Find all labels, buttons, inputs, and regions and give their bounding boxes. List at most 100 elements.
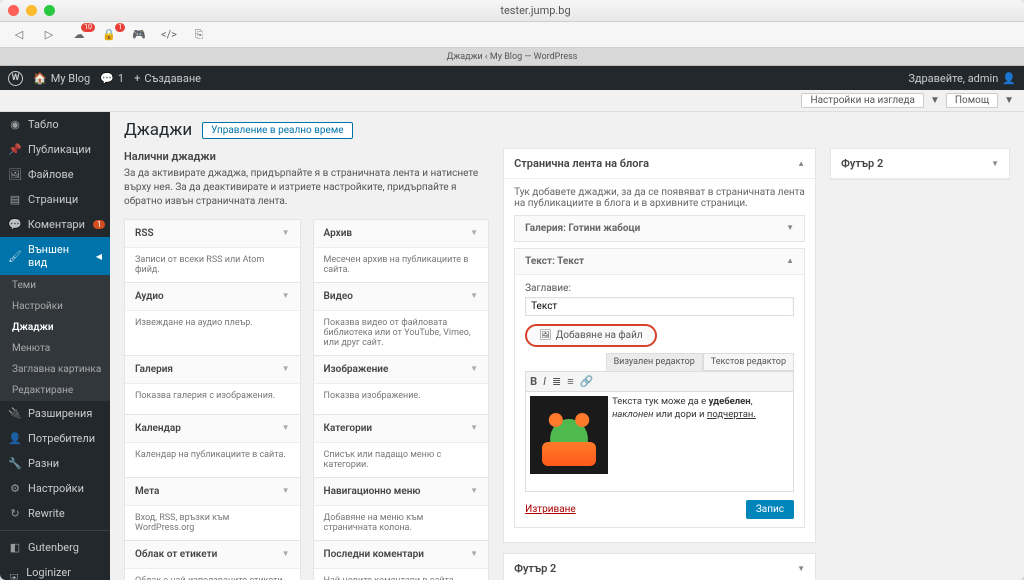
minimize-window[interactable] (26, 5, 37, 16)
pin-icon: 📌 (8, 143, 22, 156)
widget-text-header[interactable]: Текст: Текст▲ (515, 249, 804, 274)
available-widget[interactable]: Изображение ▼Показва изображение. (313, 355, 490, 415)
maximize-window[interactable] (44, 5, 55, 16)
save-button[interactable]: Запис (746, 500, 794, 519)
shield-icon: ⛨ (8, 572, 20, 580)
site-link[interactable]: 🏠 My Blog (33, 72, 90, 85)
delete-link[interactable]: Изтриване (525, 504, 576, 515)
submenu-customize[interactable]: Настройки (0, 296, 110, 317)
submenu-widgets[interactable]: Джаджи (0, 317, 110, 338)
widget-desc: Показва галерия с изображения. (125, 384, 300, 414)
widget-name: Мета ▼ (125, 478, 300, 506)
menu-tools[interactable]: 🔧Разни (0, 451, 110, 476)
widget-desc: Показва видео от файловата библиотека ил… (314, 311, 489, 355)
available-widget[interactable]: Мета ▼Вход, RSS, връзки към WordPress.or… (124, 477, 301, 541)
main-content: Джаджи Управление в реално време Налични… (110, 112, 1024, 580)
widget-name: Архив ▼ (314, 220, 489, 248)
widget-name: Видео ▼ (314, 283, 489, 311)
gear-icon: ⚙ (8, 482, 22, 495)
chevron-up-icon: ▲ (797, 159, 805, 168)
bold-button[interactable]: B (530, 375, 537, 388)
back-icon[interactable]: ◁ (8, 26, 30, 44)
media-icon: 🖼 (8, 168, 22, 181)
available-widget[interactable]: RSS ▼Записи от всеки RSS или Atom фийд. (124, 219, 301, 283)
menu-settings[interactable]: ⚙Настройки (0, 476, 110, 501)
available-widget[interactable]: Архив ▼Месечен архив на публикациите в с… (313, 219, 490, 283)
available-widget[interactable]: Облак от етикети ▼Облак с най-използвани… (124, 540, 301, 580)
block-icon: ◧ (8, 541, 22, 554)
menu-posts[interactable]: 📌Публикации (0, 137, 110, 162)
page-title: Джаджи Управление в реално време (124, 120, 1010, 140)
add-file-button[interactable]: 🖼Добавяне на файл (525, 324, 657, 347)
available-widget[interactable]: Календар ▼Календар на публикациите в сай… (124, 414, 301, 478)
comments-link[interactable]: 💬 1 (100, 72, 124, 85)
link-button[interactable]: 🔗 (580, 375, 594, 388)
wp-logo-icon[interactable]: W (8, 71, 23, 86)
sidebar-area-header[interactable]: Странична лента на блога▲ (504, 149, 815, 179)
widget-name: Изображение ▼ (314, 356, 489, 384)
page-icon: ▤ (8, 193, 22, 206)
editor-toolbar: B I ≣ ≡ 🔗 (525, 371, 794, 392)
help-button[interactable]: Помощ (946, 93, 998, 108)
widget-desc: Записи от всеки RSS или Atom фийд. (125, 248, 300, 282)
available-widget[interactable]: Навигационно меню ▼Добавяне на меню към … (313, 477, 490, 541)
menu-gutenberg[interactable]: ◧Gutenberg (0, 535, 110, 560)
lock-icon[interactable]: 🔒1 (98, 26, 120, 44)
admin-sidebar: ◉Табло 📌Публикации 🖼Файлове ▤Страници 💬К… (0, 112, 110, 580)
howdy-user[interactable]: Здравейте, admin 👤 (908, 72, 1016, 85)
available-widget[interactable]: Категории ▼Списък или падащо меню с кате… (313, 414, 490, 478)
menu-users[interactable]: 👤Потребители (0, 426, 110, 451)
available-widget[interactable]: Аудио ▼Извеждане на аудио плеър. (124, 282, 301, 356)
text-tab[interactable]: Текстов редактор (703, 353, 794, 371)
widget-desc: Списък или падащо меню с категории. (314, 443, 489, 477)
submenu-editor[interactable]: Редактиране (0, 380, 110, 401)
new-content[interactable]: + Създаване (134, 72, 201, 85)
gamepad-icon[interactable]: 🎮 (128, 26, 150, 44)
browser-address: tester.jump.bg (55, 4, 1016, 17)
manage-realtime-button[interactable]: Управление в реално време (202, 122, 352, 139)
menu-dashboard[interactable]: ◉Табло (0, 112, 110, 137)
browser-tab[interactable]: Джаджи ‹ My Blog — WordPress (0, 48, 1024, 66)
italic-button[interactable]: I (543, 375, 546, 388)
code-icon[interactable]: </> (158, 26, 180, 44)
menu-loginizer[interactable]: ⛨Loginizer Security (0, 560, 110, 580)
chevron-down-icon: ▼ (786, 223, 794, 234)
notif-icon[interactable]: ☁10 (68, 26, 90, 44)
available-widget[interactable]: Галерия ▼Показва галерия с изображения. (124, 355, 301, 415)
window-titlebar: tester.jump.bg (0, 0, 1024, 22)
screen-options-bar: Настройки на изгледа▼ Помощ▼ (0, 90, 1024, 112)
submenu-menus[interactable]: Менюта (0, 338, 110, 359)
number-list-button[interactable]: ≡ (567, 375, 573, 388)
menu-comments[interactable]: 💬Коментари1 (0, 212, 110, 237)
widget-name: Аудио ▼ (125, 283, 300, 311)
forward-icon[interactable]: ▷ (38, 26, 60, 44)
submenu-themes[interactable]: Теми (0, 275, 110, 296)
widget-gallery[interactable]: Галерия: Готини жабоци▼ (514, 215, 805, 242)
menu-pages[interactable]: ▤Страници (0, 187, 110, 212)
widget-title-input[interactable] (525, 297, 794, 316)
chevron-up-icon: ▲ (786, 256, 794, 267)
settings-icon[interactable]: ⎘ (188, 26, 210, 44)
widget-desc: Най-новите коментари в сайта. (314, 569, 489, 580)
footer2-mid-panel[interactable]: Футър 2▼ (503, 553, 816, 580)
footer2-right-panel[interactable]: Футър 2▼ (830, 148, 1010, 180)
menu-plugins[interactable]: 🔌Разширения (0, 401, 110, 426)
available-widget[interactable]: Видео ▼Показва видео от файловата библио… (313, 282, 490, 356)
close-window[interactable] (8, 5, 19, 16)
widget-name: Календар ▼ (125, 415, 300, 443)
screen-options-button[interactable]: Настройки на изгледа (801, 93, 923, 108)
visual-tab[interactable]: Визуален редактор (606, 353, 703, 371)
widget-desc: Вход, RSS, връзки към WordPress.org (125, 506, 300, 540)
widget-name: Навигационно меню ▼ (314, 478, 489, 506)
available-widget[interactable]: Последни коментари ▼Най-новите коментари… (313, 540, 490, 580)
menu-media[interactable]: 🖼Файлове (0, 162, 110, 187)
submenu-header[interactable]: Заглавна картинка (0, 359, 110, 380)
editor-content[interactable]: Текста тук може да е удебелен, наклонен … (525, 392, 794, 492)
bullet-list-button[interactable]: ≣ (552, 375, 561, 388)
frog-image (530, 396, 608, 474)
widget-name: Категории ▼ (314, 415, 489, 443)
available-widgets-desc: За да активирате джаджа, придърпайте я в… (124, 167, 489, 209)
sidebar-area-desc: Тук добавете джаджи, за да се появяват в… (514, 187, 805, 209)
menu-rewrite[interactable]: ↻Rewrite (0, 501, 110, 526)
menu-appearance[interactable]: 🖌Външен вид◀ (0, 237, 110, 275)
